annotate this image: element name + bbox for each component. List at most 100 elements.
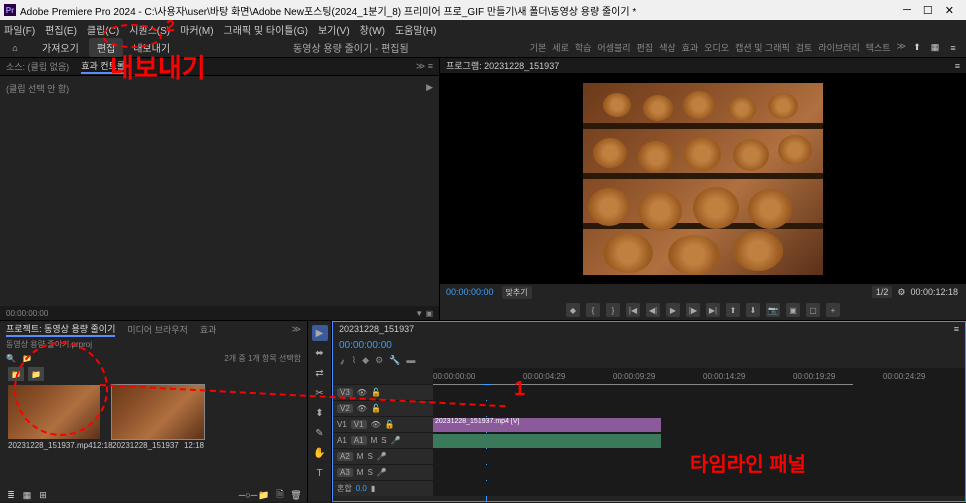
goto-out-icon[interactable]: ▶|: [706, 303, 720, 317]
menu-help[interactable]: 도움말(H): [395, 22, 436, 37]
track-toggle[interactable]: V2: [337, 404, 353, 413]
menu-edit[interactable]: 편집(E): [45, 22, 77, 37]
ws-basic[interactable]: 기본: [530, 41, 547, 54]
extract-icon[interactable]: ⬇: [746, 303, 760, 317]
track-mute-icon[interactable]: M: [357, 452, 364, 461]
ws-learn[interactable]: 학습: [575, 41, 592, 54]
program-viewer[interactable]: [440, 74, 966, 284]
ws-assembly[interactable]: 어셈블리: [597, 41, 630, 54]
bin-filter-icon[interactable]: 📁: [22, 354, 32, 363]
step-fwd-icon[interactable]: |▶: [686, 303, 700, 317]
track-toggle[interactable]: A3: [337, 468, 353, 477]
tab-program[interactable]: 프로그램: 20231228_151937: [446, 59, 559, 72]
maximize-button[interactable]: ☐: [923, 4, 933, 17]
program-timecode-left[interactable]: 00:00:00:00: [446, 287, 494, 297]
panel-menu-icon[interactable]: ≡: [954, 324, 959, 334]
ws-audio[interactable]: 오디오: [704, 41, 729, 54]
workspace-icon[interactable]: ▦: [930, 43, 940, 53]
playhead-toggle-icon[interactable]: ▶: [426, 82, 433, 93]
mode-edit[interactable]: 편집: [89, 38, 123, 57]
caption-icon[interactable]: ▬: [406, 355, 415, 368]
tab-media-browser[interactable]: 미디어 브라우저: [127, 323, 187, 336]
audio-clip[interactable]: [433, 434, 661, 448]
track-solo-icon[interactable]: S: [367, 468, 372, 477]
bin-icon[interactable]: 📁: [28, 367, 44, 381]
mode-export[interactable]: 내보내기: [125, 38, 178, 57]
sequence-tab[interactable]: 20231228_151937: [339, 324, 414, 334]
filter-icon[interactable]: ▼ ▣: [415, 309, 433, 318]
lift-icon[interactable]: ⬆: [726, 303, 740, 317]
export-frame-icon[interactable]: 📷: [766, 303, 780, 317]
track-eye-icon[interactable]: 👁: [371, 420, 381, 429]
track-source[interactable]: A1: [337, 436, 347, 445]
menu-view[interactable]: 보기(V): [318, 22, 350, 37]
track-mute-icon[interactable]: M: [371, 436, 378, 445]
pen-tool-icon[interactable]: ✎: [312, 425, 328, 441]
ws-review[interactable]: 검토: [796, 41, 813, 54]
home-icon[interactable]: ⌂: [6, 39, 24, 57]
hand-tool-icon[interactable]: ✋: [312, 445, 328, 461]
goto-in-icon[interactable]: |◀: [626, 303, 640, 317]
ws-text[interactable]: 텍스트: [866, 41, 891, 54]
snap-icon[interactable]: ⸙: [339, 355, 346, 368]
new-bin-icon[interactable]: 📁: [259, 490, 269, 500]
out-icon[interactable]: }: [606, 303, 620, 317]
marker-icon[interactable]: ◆: [566, 303, 580, 317]
mix-meter-icon[interactable]: ▮: [371, 484, 375, 493]
tab-project[interactable]: 프로젝트: 동영상 용량 줄이기: [6, 322, 115, 337]
ws-edit[interactable]: 편집: [637, 41, 654, 54]
track-lock-icon[interactable]: 🔓: [385, 420, 395, 429]
ws-overflow[interactable]: ≫: [897, 41, 906, 54]
minimize-button[interactable]: ─: [903, 4, 911, 17]
selection-tool-icon[interactable]: ▶: [312, 325, 328, 341]
track-toggle[interactable]: A2: [337, 452, 353, 461]
razor-tool-icon[interactable]: ✂: [312, 385, 328, 401]
wrench-icon[interactable]: 🔧: [389, 355, 400, 368]
tab-effect-controls[interactable]: 효과 컨트롤: [81, 59, 125, 74]
menu-marker[interactable]: 마커(M): [180, 22, 213, 37]
type-tool-icon[interactable]: T: [312, 465, 328, 481]
project-item[interactable]: 20231228_151937 12:18: [112, 385, 204, 450]
track-mute-icon[interactable]: M: [357, 468, 364, 477]
track-lock-icon[interactable]: 🔓: [371, 388, 381, 397]
menu-file[interactable]: 파일(F): [4, 22, 35, 37]
menu-clip[interactable]: 클립(C): [87, 22, 119, 37]
slip-tool-icon[interactable]: ⬍: [312, 405, 328, 421]
bin-back-icon[interactable]: 📁: [8, 367, 24, 381]
track-mic-icon[interactable]: 🎤: [377, 468, 387, 477]
quick-export-icon[interactable]: ⬆: [912, 43, 922, 53]
video-clip[interactable]: 20231228_151937.mp4 [V]: [433, 418, 661, 432]
track-mic-icon[interactable]: 🎤: [377, 452, 387, 461]
safe-margin-icon[interactable]: ▢: [806, 303, 820, 317]
play-icon[interactable]: ▶: [666, 303, 680, 317]
settings-icon[interactable]: ⚙: [897, 287, 905, 297]
panel-menu-icon[interactable]: ≫ ≡: [416, 61, 433, 72]
track-solo-icon[interactable]: S: [367, 452, 372, 461]
ws-captions[interactable]: 캡션 및 그래픽: [735, 41, 790, 54]
ripple-tool-icon[interactable]: ⇄: [312, 365, 328, 381]
list-view-icon[interactable]: ≣: [6, 490, 16, 500]
new-item-icon[interactable]: 🗎: [275, 490, 285, 500]
track-solo-icon[interactable]: S: [381, 436, 386, 445]
zoom-slider[interactable]: ─○─: [243, 490, 253, 500]
track-toggle[interactable]: V3: [337, 388, 353, 397]
zoom-dropdown[interactable]: 1/2: [872, 286, 893, 298]
hamburger-icon[interactable]: ≡: [948, 43, 958, 53]
marker-tl-icon[interactable]: ◆: [362, 355, 369, 368]
mode-import[interactable]: 가져오기: [34, 38, 87, 57]
menu-graphics[interactable]: 그래픽 및 타이틀(G): [224, 22, 308, 37]
track-toggle[interactable]: A1: [351, 436, 367, 445]
panel-menu-icon[interactable]: ≡: [955, 61, 960, 71]
tab-source[interactable]: 소스: (클립 없음): [6, 60, 69, 73]
link-icon[interactable]: ⌇: [352, 355, 356, 368]
timeline-timecode[interactable]: 00:00:00:00: [339, 340, 392, 351]
track-lock-icon[interactable]: 🔓: [371, 404, 381, 413]
track-select-tool-icon[interactable]: ⬌: [312, 345, 328, 361]
menu-window[interactable]: 창(W): [360, 22, 385, 37]
project-item[interactable]: 20231228_151937.mp4 12:18: [8, 385, 100, 450]
ws-library[interactable]: 라이브러리: [818, 41, 859, 54]
close-button[interactable]: ✕: [945, 4, 954, 17]
track-eye-icon[interactable]: 👁: [357, 388, 367, 397]
freeform-view-icon[interactable]: ⊞: [38, 490, 48, 500]
settings-tl-icon[interactable]: ⚙: [375, 355, 383, 368]
